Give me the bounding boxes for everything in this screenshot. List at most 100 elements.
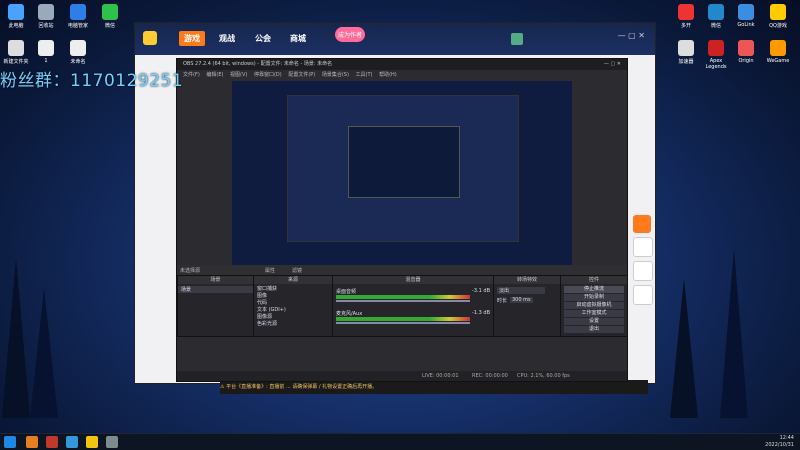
stop-stream-button[interactable]: 停止推流 [564, 286, 624, 293]
taskbar-app-icon[interactable] [46, 436, 58, 448]
desktop-icon[interactable]: 1 [30, 40, 62, 64]
desktop-icon[interactable]: 微信 [94, 4, 126, 29]
settings-button[interactable]: 设置 [564, 318, 624, 325]
play-icon[interactable] [633, 215, 651, 233]
menu-profile[interactable]: 配置文件(P) [288, 72, 315, 78]
taskbar: 12:44 2022/10/31 [0, 433, 800, 450]
desktop-icon[interactable]: 多开 [670, 4, 702, 29]
wallpaper-tree [30, 288, 58, 418]
sources-header: 来源 [254, 276, 332, 284]
duration-label: 时长 [497, 298, 508, 304]
nested-preview-inner [348, 126, 460, 198]
source-list: 窗口捕获 图像 代码 文本 (GDI+) 图像源 色彩光源 [257, 286, 286, 328]
volume-slider[interactable] [336, 322, 470, 324]
obs-window: OBS 27.2.4 (64 bit, windows) - 配置文件: 未命名… [176, 58, 628, 382]
desktop-icon[interactable]: 加速器 [670, 40, 702, 65]
obs-statusbar: LIVE: 00:00:01 REC: 00:00:00 CPU: 2.1%, … [177, 371, 627, 381]
menu-tools[interactable]: 工具(T) [356, 72, 373, 78]
source-item[interactable]: 色彩光源 [257, 321, 286, 328]
controls-dock: 控件 停止推流 开始录制 启动虚拟摄像机 工作室模式 设置 退出 [560, 275, 628, 337]
desktop-icon[interactable]: GoLink [730, 4, 762, 28]
menu-scene-collection[interactable]: 场景集合(S) [322, 72, 349, 78]
rec-time: REC: 00:00:00 [472, 373, 508, 379]
menu-edit[interactable]: 编辑(E) [206, 72, 223, 78]
duration-input[interactable]: 300 ms [510, 297, 533, 303]
volume-slider[interactable] [336, 300, 470, 302]
live-time: LIVE: 00:00:01 [422, 373, 459, 379]
avatar[interactable] [511, 33, 523, 45]
mixer-header: 混音器 [333, 276, 493, 284]
scenes-dock: 场景 场景 [177, 275, 254, 337]
mixer-dock: 混音器 桌面音频 -3.1 dB 麦克风/Aux -1.3 dB [332, 275, 494, 337]
nav-mall[interactable]: 商城 [290, 33, 306, 44]
taskbar-app-icon[interactable] [26, 436, 38, 448]
mixer-track: 麦克风/Aux -1.3 dB [336, 310, 490, 328]
menu-help[interactable]: 帮助(H) [379, 72, 397, 78]
window-controls[interactable]: — ▢ ✕ [618, 31, 645, 40]
sources-dock: 来源 窗口捕获 图像 代码 文本 (GDI+) 图像源 色彩光源 [253, 275, 333, 337]
source-item[interactable]: 图像 [257, 293, 286, 300]
filters-tab[interactable]: 滤镜 [292, 267, 302, 274]
taskbar-app-icon[interactable] [86, 436, 98, 448]
obs-titlebar: OBS 27.2.4 (64 bit, windows) - 配置文件: 未命名… [177, 59, 627, 70]
nav-games[interactable]: 游戏 [179, 31, 205, 46]
desktop-icon[interactable]: QQ游戏 [762, 4, 794, 29]
transition-select[interactable]: 淡出 [497, 287, 545, 294]
menu-docks[interactable]: 停靠窗口(D) [254, 72, 282, 78]
transitions-dock: 转场特效 淡出 时长 300 ms [493, 275, 561, 337]
scene-item[interactable]: 场景 [178, 286, 253, 293]
fans-group-text: 粉丝群：1170129251 [0, 71, 184, 91]
track-db: -1.3 dB [472, 310, 490, 316]
cpu-fps: CPU: 2.1%, 60.00 fps [517, 373, 570, 379]
volume-meter [336, 317, 470, 321]
system-clock[interactable]: 12:44 2022/10/31 [765, 435, 794, 449]
exit-button[interactable]: 退出 [564, 326, 624, 333]
source-item[interactable]: 窗口捕获 [257, 286, 286, 293]
grid-icon[interactable] [633, 261, 653, 281]
source-item[interactable]: 图像源 [257, 314, 286, 321]
desktop-icon[interactable]: 回收站 [30, 4, 62, 29]
obs-preview[interactable] [232, 81, 572, 276]
wallpaper-tree [670, 278, 698, 418]
taskbar-app-icon[interactable] [66, 436, 78, 448]
desktop-icon[interactable]: 此电脑 [0, 4, 32, 29]
headset-icon[interactable] [633, 285, 653, 305]
notice-bar: ⚠ 平台《直播准备》: 直播前 ... 请确保弹幕 / 礼物设置正确后再开播。 [220, 380, 648, 394]
start-recording-button[interactable]: 开始录制 [564, 294, 624, 301]
desktop-icon[interactable]: Origin [730, 40, 762, 64]
obs-taskbar-icon[interactable] [106, 436, 118, 448]
start-icon[interactable] [4, 436, 16, 448]
nested-preview [287, 95, 519, 242]
menu-view[interactable]: 视图(V) [230, 72, 247, 78]
virtual-camera-button[interactable]: 启动虚拟摄像机 [564, 302, 624, 309]
obs-menubar: 文件(F) 编辑(E) 视图(V) 停靠窗口(D) 配置文件(P) 场景集合(S… [177, 70, 627, 80]
wallpaper-tree [720, 248, 748, 418]
menu-file[interactable]: 文件(F) [183, 72, 200, 78]
no-source-label: 未选择源 [180, 268, 201, 274]
source-item[interactable]: 代码 [257, 300, 286, 307]
nav-guild[interactable]: 公会 [255, 33, 271, 44]
become-author-badge[interactable]: 成为作者 [335, 27, 366, 42]
controls-list: 停止推流 开始录制 启动虚拟摄像机 工作室模式 设置 退出 [564, 286, 624, 333]
studio-mode-button[interactable]: 工作室模式 [564, 310, 624, 317]
properties-tab[interactable]: 属性 [265, 267, 275, 274]
clock-time: 12:44 [779, 435, 794, 441]
volume-meter [336, 295, 470, 299]
desktop-icon[interactable]: 新建文件夹 [0, 40, 32, 65]
douyu-header: 游戏 观战 公会 商城 成为作者 — ▢ ✕ [135, 23, 655, 55]
nav-watch[interactable]: 观战 [219, 33, 235, 44]
obs-window-controls[interactable]: — ▢ ✕ [604, 59, 621, 70]
clock-date: 2022/10/31 [765, 442, 794, 448]
source-item[interactable]: 文本 (GDI+) [257, 307, 286, 314]
desktop-icon[interactable]: WeGame [762, 40, 794, 64]
desktop-icon[interactable]: Apex Legends [700, 40, 732, 70]
douyu-logo-icon [143, 31, 157, 45]
home-icon[interactable] [633, 237, 653, 257]
wallpaper-tree [2, 258, 30, 418]
desktop-icon[interactable]: 微信 [700, 4, 732, 29]
desktop-icon[interactable]: 电脑管家 [62, 4, 94, 29]
controls-header: 控件 [561, 276, 627, 284]
desktop-icon[interactable]: 未命名 [62, 40, 94, 65]
track-db: -3.1 dB [472, 288, 490, 294]
obs-title: OBS 27.2.4 (64 bit, windows) - 配置文件: 未命名… [183, 61, 333, 67]
